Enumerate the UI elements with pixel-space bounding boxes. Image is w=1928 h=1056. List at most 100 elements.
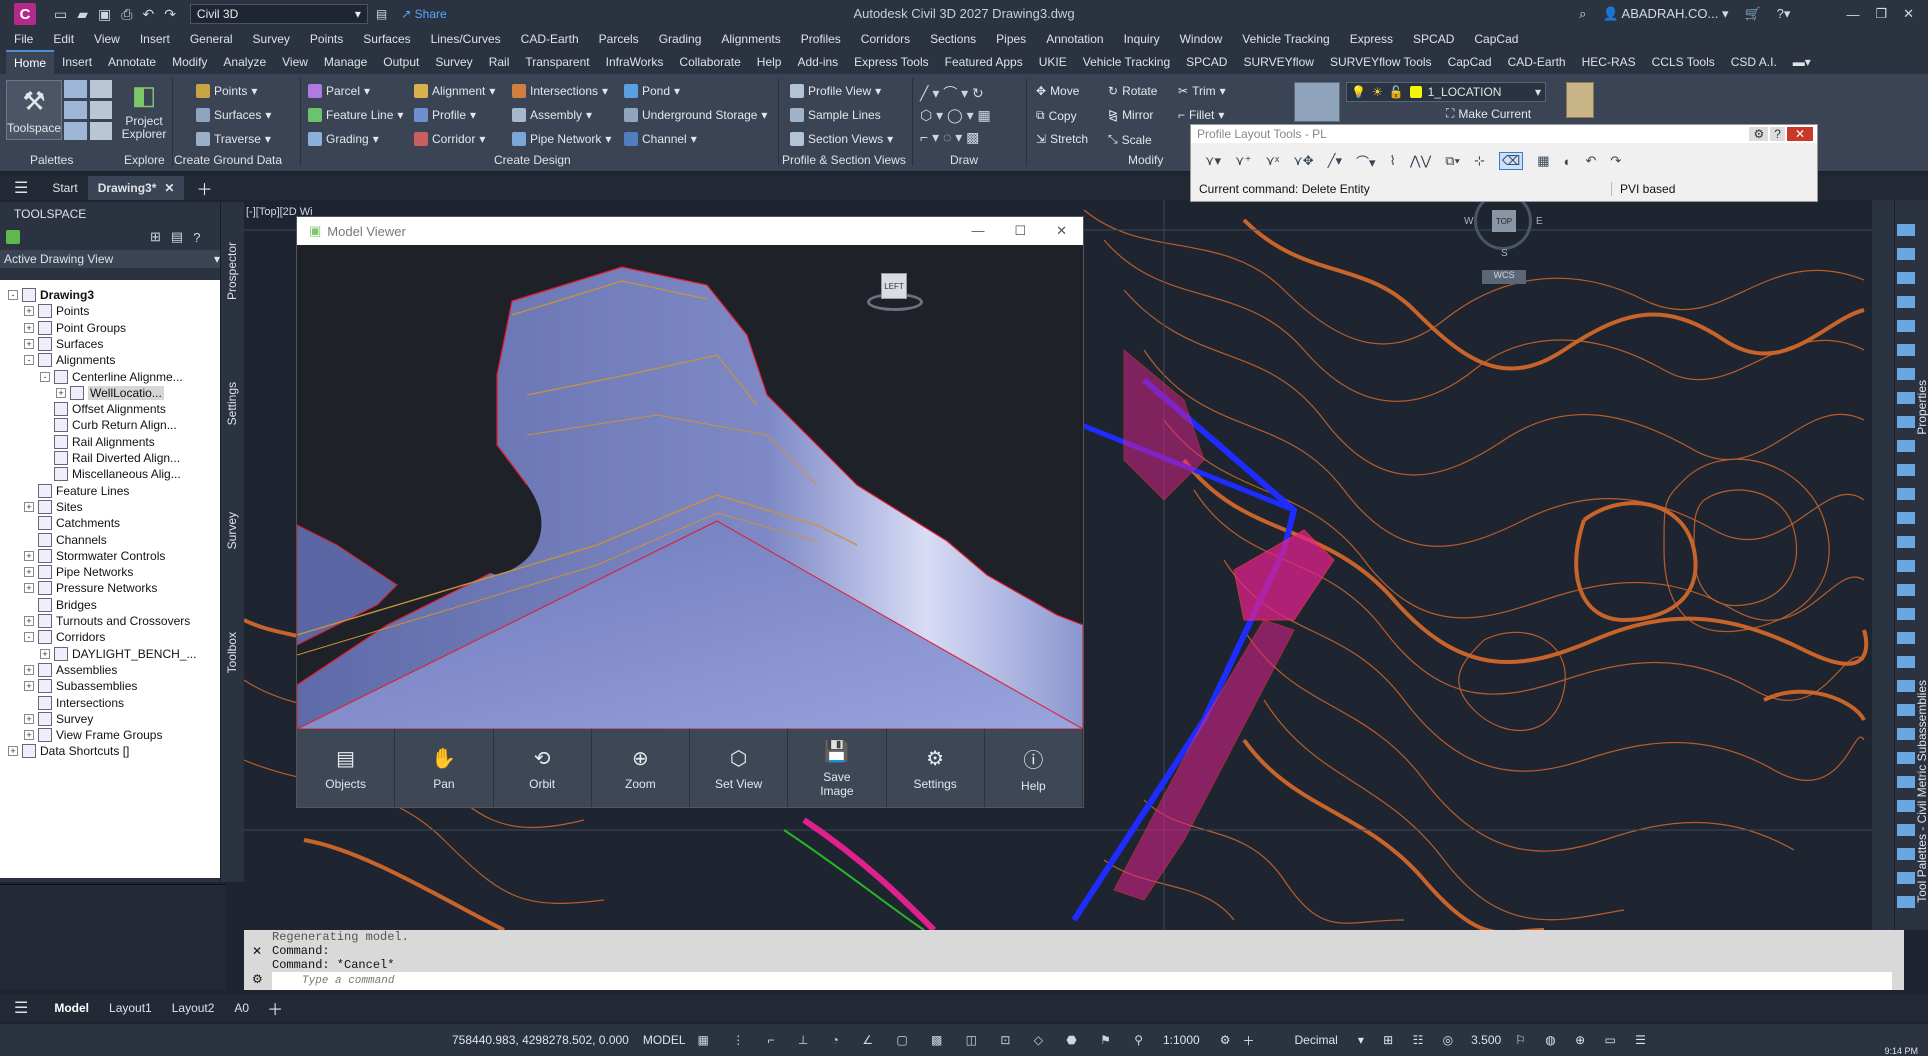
menu-surfaces[interactable]: Surfaces bbox=[353, 32, 420, 46]
sample-lines-button[interactable]: Sample Lines bbox=[790, 108, 881, 122]
pvi-mode[interactable]: PVI based bbox=[1611, 182, 1675, 196]
toolbar-icon-a[interactable]: ⊞ bbox=[150, 229, 161, 245]
tree-node[interactable]: - Alignments bbox=[24, 351, 115, 369]
pan-button[interactable]: ✋ Pan bbox=[395, 729, 494, 807]
menu-grading[interactable]: Grading bbox=[649, 32, 712, 46]
ribbon-tab-ccls-tools[interactable]: CCLS Tools bbox=[1644, 51, 1723, 73]
close-icon[interactable]: ✕ bbox=[1786, 127, 1813, 141]
expand-icon[interactable]: + bbox=[24, 550, 34, 561]
curve-icon[interactable]: ⌒▾ bbox=[1356, 152, 1376, 171]
maximize-icon[interactable]: ☐ bbox=[1014, 223, 1026, 239]
new-layout-icon[interactable]: ＋ bbox=[267, 996, 283, 1020]
move-pvi-icon[interactable]: ⋎✥ bbox=[1293, 153, 1313, 169]
expand-icon[interactable]: + bbox=[24, 681, 34, 692]
tree-node[interactable]: + DAYLIGHT_BENCH_... bbox=[40, 645, 196, 663]
palettes-group-label[interactable]: Palettes bbox=[30, 153, 73, 167]
open-folder-icon[interactable]: ▤ bbox=[376, 7, 387, 21]
tab-prospector[interactable]: Prospector bbox=[225, 242, 239, 300]
model-viewer-3d-view[interactable]: LEFT bbox=[297, 245, 1083, 729]
collapse-icon[interactable]: - bbox=[40, 371, 50, 382]
close-icon[interactable]: ✕ bbox=[1056, 223, 1067, 239]
status-icons-3[interactable]: ⚐ ◍ ⊕ ▭ ☰ bbox=[1515, 1033, 1654, 1047]
tab-properties[interactable]: Properties bbox=[1915, 380, 1928, 435]
tree-node[interactable]: + Sites bbox=[24, 498, 83, 516]
tree-node[interactable]: Bridges bbox=[24, 596, 97, 614]
expand-icon[interactable]: + bbox=[24, 583, 34, 594]
menu-edit[interactable]: Edit bbox=[43, 32, 84, 46]
expand-icon[interactable]: + bbox=[24, 730, 34, 741]
grid-view-icon[interactable]: ▦ bbox=[1537, 153, 1549, 169]
collapse-icon[interactable]: - bbox=[24, 355, 34, 366]
channel-button[interactable]: Channel ▾ bbox=[624, 132, 697, 146]
tree-node[interactable]: + Survey bbox=[24, 710, 93, 728]
underground-storage-button[interactable]: Underground Storage ▾ bbox=[624, 108, 767, 122]
redo-icon[interactable]: ↷ bbox=[164, 6, 176, 23]
assembly-button[interactable]: Assembly ▾ bbox=[512, 108, 592, 122]
tab-toolbox[interactable]: Toolbox bbox=[225, 632, 239, 673]
create-ground-data-label[interactable]: Create Ground Data bbox=[174, 153, 282, 167]
tree-node[interactable]: + Data Shortcuts [] bbox=[8, 742, 129, 760]
new-icon[interactable]: ▭ bbox=[54, 6, 67, 23]
ribbon-tab-help[interactable]: Help bbox=[749, 51, 790, 73]
minimize-icon[interactable]: — bbox=[1846, 7, 1859, 22]
ribbon-tab-manage[interactable]: Manage bbox=[316, 51, 375, 73]
stretch-button[interactable]: ⇲ Stretch bbox=[1036, 132, 1088, 146]
menu-insert[interactable]: Insert bbox=[130, 32, 180, 46]
tree-node[interactable]: + Stormwater Controls bbox=[24, 547, 165, 565]
zoom-button[interactable]: ⊕ Zoom bbox=[592, 729, 690, 807]
section-views-button[interactable]: Section Views ▾ bbox=[790, 132, 893, 146]
help-icon[interactable]: ?▾ bbox=[1777, 6, 1791, 22]
grading-button[interactable]: Grading ▾ bbox=[308, 132, 379, 146]
close-icon[interactable]: ✕ bbox=[252, 944, 262, 959]
viewcube-compass[interactable]: TOP N S E W WCS bbox=[1464, 200, 1544, 284]
tree-node[interactable]: Feature Lines bbox=[24, 482, 129, 500]
search-icon[interactable]: ⌕ bbox=[1579, 6, 1586, 22]
fillet-button[interactable]: ⌐ Fillet ▾ bbox=[1178, 108, 1224, 122]
save-image-button[interactable]: 💾 Save Image bbox=[788, 729, 887, 807]
tree-node[interactable]: Rail Alignments bbox=[40, 433, 155, 451]
surfaces-button[interactable]: Surfaces ▾ bbox=[196, 108, 271, 122]
layout-tab-layout1[interactable]: Layout1 bbox=[99, 1001, 162, 1015]
tree-node[interactable]: - Centerline Alignme... bbox=[40, 368, 183, 386]
help-icon[interactable]: ? bbox=[193, 230, 200, 245]
workspace-select[interactable]: Civil 3D ▾ bbox=[189, 4, 368, 24]
tree-node[interactable]: Catchments bbox=[24, 514, 120, 532]
corridor-button[interactable]: Corridor ▾ bbox=[414, 132, 485, 146]
expand-icon[interactable]: + bbox=[24, 501, 34, 512]
menu-corridors[interactable]: Corridors bbox=[851, 32, 920, 46]
hamburger-menu-icon[interactable]: ☰ bbox=[14, 998, 28, 1018]
ribbon-tab-home[interactable]: Home bbox=[6, 50, 55, 74]
tree-node[interactable]: + Points bbox=[24, 302, 89, 320]
tab-tool-palettes[interactable]: Tool Palettes - Civil Metric Subassembli… bbox=[1915, 680, 1928, 903]
expand-icon[interactable]: + bbox=[24, 616, 34, 626]
tab-settings[interactable]: Settings bbox=[225, 382, 239, 425]
close-icon[interactable]: ✕ bbox=[1903, 6, 1914, 22]
menu-view[interactable]: View bbox=[84, 32, 130, 46]
menu-survey[interactable]: Survey bbox=[243, 32, 300, 46]
user-account[interactable]: 👤 ABADRAH.CO... ▾ bbox=[1602, 6, 1728, 22]
status-toggles[interactable]: ▦ ⋮ ⌐ ⊥ ◔ ∠ ▢ ▩ ◫ ⊡ ◇ ⬣ ⚑ ⚲ bbox=[698, 1033, 1153, 1047]
tree-node[interactable]: Curb Return Align... bbox=[40, 416, 177, 434]
app-logo[interactable]: C bbox=[14, 3, 36, 25]
hamburger-menu-icon[interactable]: ☰ bbox=[14, 178, 28, 198]
tree-node[interactable]: + Pipe Networks bbox=[24, 563, 133, 581]
model-space-toggle[interactable]: MODEL bbox=[643, 1033, 686, 1047]
menu-window[interactable]: Window bbox=[1170, 32, 1233, 46]
trim-button[interactable]: ✂ Trim ▾ bbox=[1178, 84, 1226, 98]
ribbon-tab-cad-earth[interactable]: CAD-Earth bbox=[1500, 51, 1574, 73]
units-select[interactable]: Decimal bbox=[1294, 1033, 1337, 1047]
close-icon[interactable]: ✕ bbox=[164, 181, 174, 195]
tree-node[interactable]: - Corridors bbox=[24, 628, 105, 646]
ribbon-tab-collaborate[interactable]: Collaborate bbox=[671, 51, 748, 73]
settings-icon[interactable]: ⚙ bbox=[1749, 127, 1769, 141]
status-icons-2[interactable]: ▾ ⊞ ☷ ◎ bbox=[1358, 1033, 1461, 1047]
plus-icon[interactable]: ＋ bbox=[1242, 1032, 1254, 1049]
ribbon-tab-csd-a-i-[interactable]: CSD A.I. bbox=[1723, 51, 1785, 73]
layer-properties-icon[interactable] bbox=[1294, 82, 1340, 122]
viewcube-top[interactable]: TOP bbox=[1492, 210, 1516, 232]
wcs-button[interactable]: WCS bbox=[1482, 270, 1526, 284]
delete-pvi-icon[interactable]: ⋎ˣ bbox=[1265, 153, 1279, 169]
expand-icon[interactable]: + bbox=[24, 306, 34, 317]
points-button[interactable]: Points ▾ bbox=[196, 84, 257, 98]
tree-node[interactable]: Intersections bbox=[24, 694, 124, 712]
